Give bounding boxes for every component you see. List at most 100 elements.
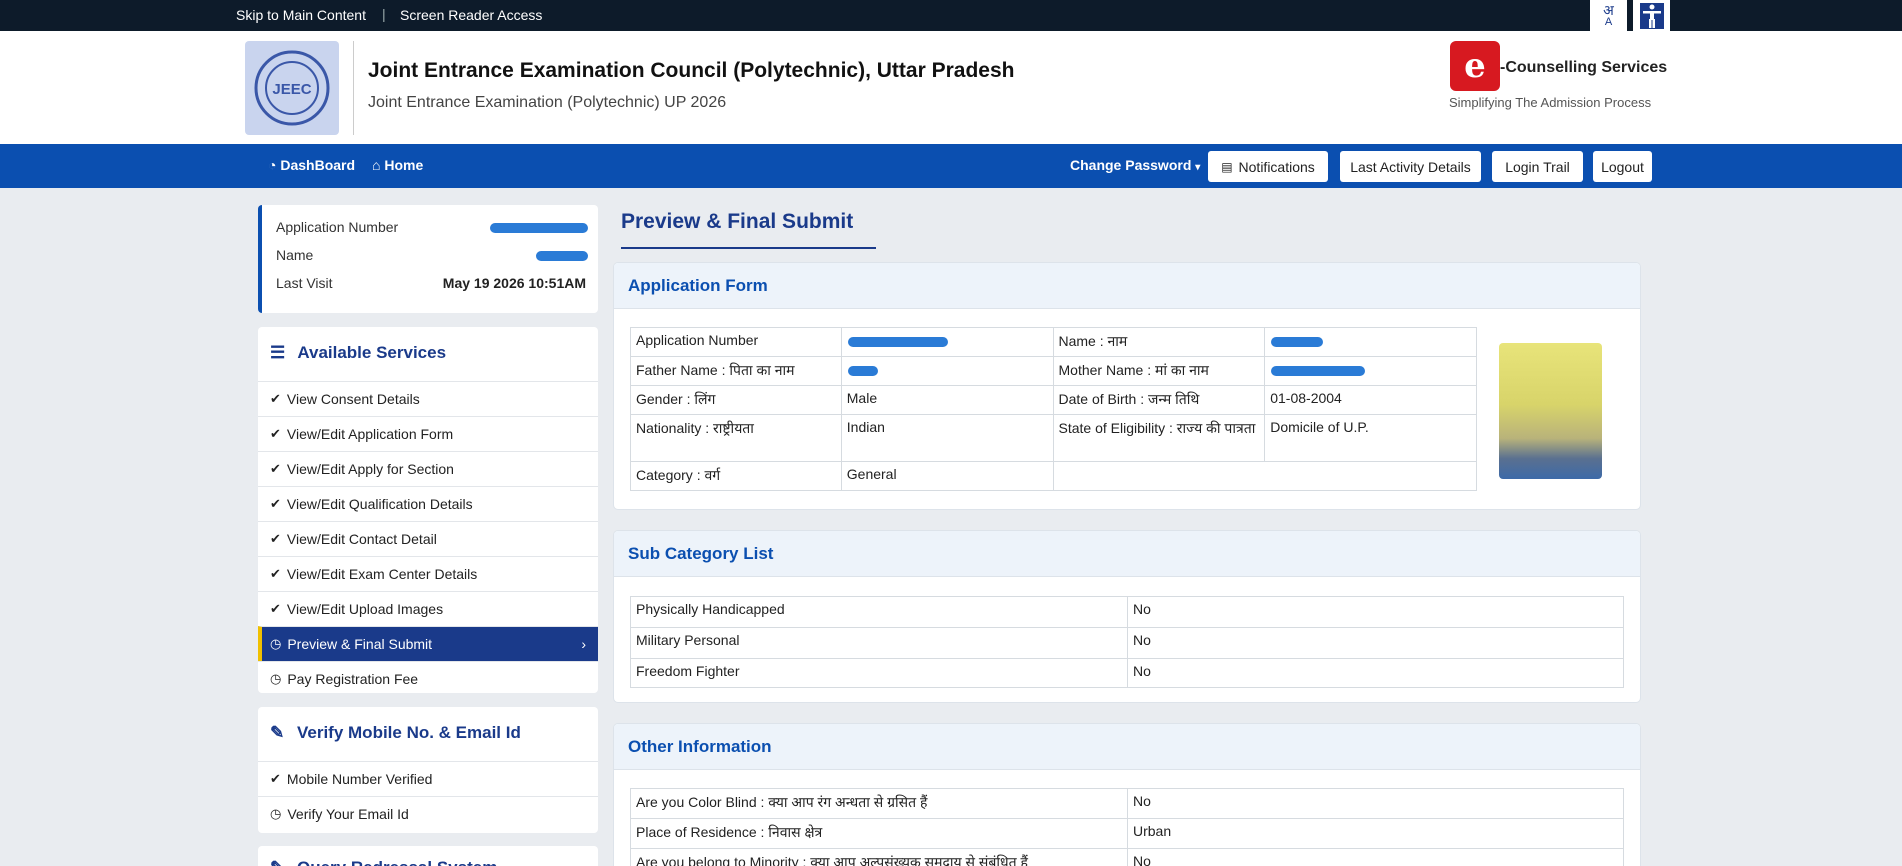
last-activity-button[interactable]: Last Activity Details [1340, 151, 1481, 182]
e-counselling-tagline: Simplifying The Admission Process [1449, 95, 1652, 110]
query-heading: ✎ Query Redressal System [270, 858, 497, 866]
last-visit-label: Last Visit [276, 275, 333, 291]
name-redacted [536, 251, 588, 261]
check-circle-icon: ✔ [270, 771, 281, 786]
check-circle-icon: ✔ [270, 531, 281, 546]
other-info-label: Place of Residence : निवास क्षेत्र [630, 818, 1128, 849]
service-application-form[interactable]: ✔ View/Edit Application Form [258, 416, 598, 451]
verify-panel: ✎ Verify Mobile No. & Email Id ✔ Mobile … [258, 707, 598, 833]
mother-value [1264, 356, 1477, 386]
table-row: Application Number Name : नाम [630, 327, 1477, 357]
category-label: Category : वर्ग [630, 461, 842, 491]
jeec-emblem-icon: JEEC [254, 50, 330, 126]
dob-value: 01-08-2004 [1264, 385, 1477, 415]
other-info-label: Are you Color Blind : क्या आप रंग अन्धता… [630, 788, 1128, 819]
e-counselling-logo: e [1450, 41, 1500, 91]
sub-category-value: No [1127, 627, 1624, 659]
father-value [840, 356, 1054, 386]
category-value: General [840, 461, 1054, 491]
edit-icon: ✎ [270, 723, 285, 742]
mother-redacted [1271, 366, 1366, 376]
nationality-label: Nationality : राष्ट्रीयता [630, 414, 842, 462]
other-info-value: No [1127, 848, 1624, 866]
clock-icon: ◷ [270, 636, 282, 651]
table-row: Are you Color Blind : क्या आप रंग अन्धता… [630, 788, 1624, 819]
dob-label: Date of Birth : जन्म तिथि [1052, 385, 1266, 415]
name-value [1264, 327, 1477, 357]
other-information-panel: Other Information Are you Color Blind : … [613, 723, 1641, 866]
skip-to-main-link[interactable]: Skip to Main Content [236, 7, 366, 23]
app-no-value [840, 327, 1054, 357]
screen-reader-link[interactable]: Screen Reader Access [400, 7, 542, 23]
service-contact[interactable]: ✔ View/Edit Contact Detail [258, 521, 598, 556]
login-trail-button[interactable]: Login Trail [1492, 151, 1583, 182]
clock-icon: ◷ [270, 671, 282, 686]
notifications-icon: ▤ [1221, 159, 1233, 174]
edit-icon: ✎ [270, 858, 284, 866]
home-link[interactable]: ⌂ Home [372, 157, 423, 173]
caret-down-icon: ▾ [1195, 162, 1201, 173]
state-value: Domicile of U.P. [1264, 414, 1477, 462]
verify-heading: ✎ Verify Mobile No. & Email Id [270, 723, 521, 742]
application-form-header: Application Form [614, 263, 1640, 309]
page-heading: Joint Entrance Examination Council (Poly… [368, 59, 1015, 82]
name-label: Name [276, 247, 314, 263]
father-redacted [847, 366, 878, 376]
verify-email-item[interactable]: ◷ Verify Your Email Id [258, 796, 598, 831]
change-password-dropdown[interactable]: Change Password ▾ [1070, 157, 1200, 173]
name-label: Name : नाम [1052, 327, 1266, 357]
query-redressal-panel: ✎ Query Redressal System [258, 846, 598, 866]
logout-button[interactable]: Logout [1593, 151, 1652, 182]
dashboard-link[interactable]: ◔ DashBoard [268, 157, 355, 173]
language-icon: अ A [1603, 1, 1614, 28]
application-number-label: Application Number [276, 219, 399, 235]
accessibility-button[interactable] [1633, 0, 1670, 31]
gender-value: Male [840, 385, 1054, 415]
verify-mobile-item[interactable]: ✔ Mobile Number Verified [258, 761, 598, 796]
sub-category-table: Physically Handicapped No Military Perso… [630, 596, 1624, 688]
service-preview-submit[interactable]: ◷ Preview & Final Submit › [258, 626, 598, 661]
empty-cell [1052, 461, 1477, 491]
check-circle-icon: ✔ [270, 461, 281, 476]
check-circle-icon: ✔ [270, 566, 281, 581]
other-information-header: Other Information [614, 724, 1640, 770]
other-info-label: Are you belong to Minority : क्या आप अल्… [630, 848, 1128, 866]
app-no-label: Application Number [630, 327, 842, 357]
other-information-table: Are you Color Blind : क्या आप रंग अन्धता… [630, 788, 1624, 866]
check-circle-icon: ✔ [270, 496, 281, 511]
main-nav: ◔ DashBoard ⌂ Home Change Password ▾ ▤ N… [0, 144, 1902, 188]
exam-subtitle: Joint Entrance Examination (Polytechnic)… [368, 94, 727, 111]
service-view-consent[interactable]: ✔ View Consent Details [258, 381, 598, 416]
clock-icon: ◷ [270, 806, 282, 821]
jeec-logo: JEEC [245, 41, 339, 135]
check-circle-icon: ✔ [270, 426, 281, 441]
service-qualification[interactable]: ✔ View/Edit Qualification Details [258, 486, 598, 521]
check-circle-icon: ✔ [270, 601, 281, 616]
language-toggle-button[interactable]: अ A [1590, 0, 1627, 31]
last-visit-value: May 19 2026 10:51AM [442, 275, 586, 291]
sub-category-header: Sub Category List [614, 531, 1640, 577]
gender-label: Gender : लिंग [630, 385, 842, 415]
service-upload-images[interactable]: ✔ View/Edit Upload Images [258, 591, 598, 626]
service-apply-section[interactable]: ✔ View/Edit Apply for Section [258, 451, 598, 486]
nationality-value: Indian [840, 414, 1054, 462]
father-label: Father Name : पिता का नाम [630, 356, 842, 386]
application-form-table: Application Number Name : नाम Father Nam… [630, 327, 1477, 491]
sub-category-panel: Sub Category List Physically Handicapped… [613, 530, 1641, 703]
site-header: JEEC Joint Entrance Examination Council … [0, 31, 1902, 144]
table-row: Freedom Fighter No [630, 658, 1624, 688]
table-row: Military Personal No [630, 627, 1624, 659]
service-exam-center[interactable]: ✔ View/Edit Exam Center Details [258, 556, 598, 591]
state-label: State of Eligibility : राज्य की पात्रता [1052, 414, 1266, 462]
table-row: Category : वर्ग General [630, 461, 1477, 491]
table-row: Place of Residence : निवास क्षेत्र Urban [630, 818, 1624, 849]
table-row: Are you belong to Minority : क्या आप अल्… [630, 848, 1624, 866]
table-row: Nationality : राष्ट्रीयता Indian State o… [630, 414, 1477, 462]
sub-category-label: Military Personal [630, 627, 1128, 659]
notifications-button[interactable]: ▤ Notifications [1208, 151, 1328, 182]
table-row: Gender : लिंग Male Date of Birth : जन्म … [630, 385, 1477, 415]
chevron-right-icon: › [581, 636, 586, 652]
separator: | [382, 6, 386, 22]
service-pay-fee[interactable]: ◷ Pay Registration Fee [258, 661, 598, 696]
title-underline [621, 247, 876, 249]
